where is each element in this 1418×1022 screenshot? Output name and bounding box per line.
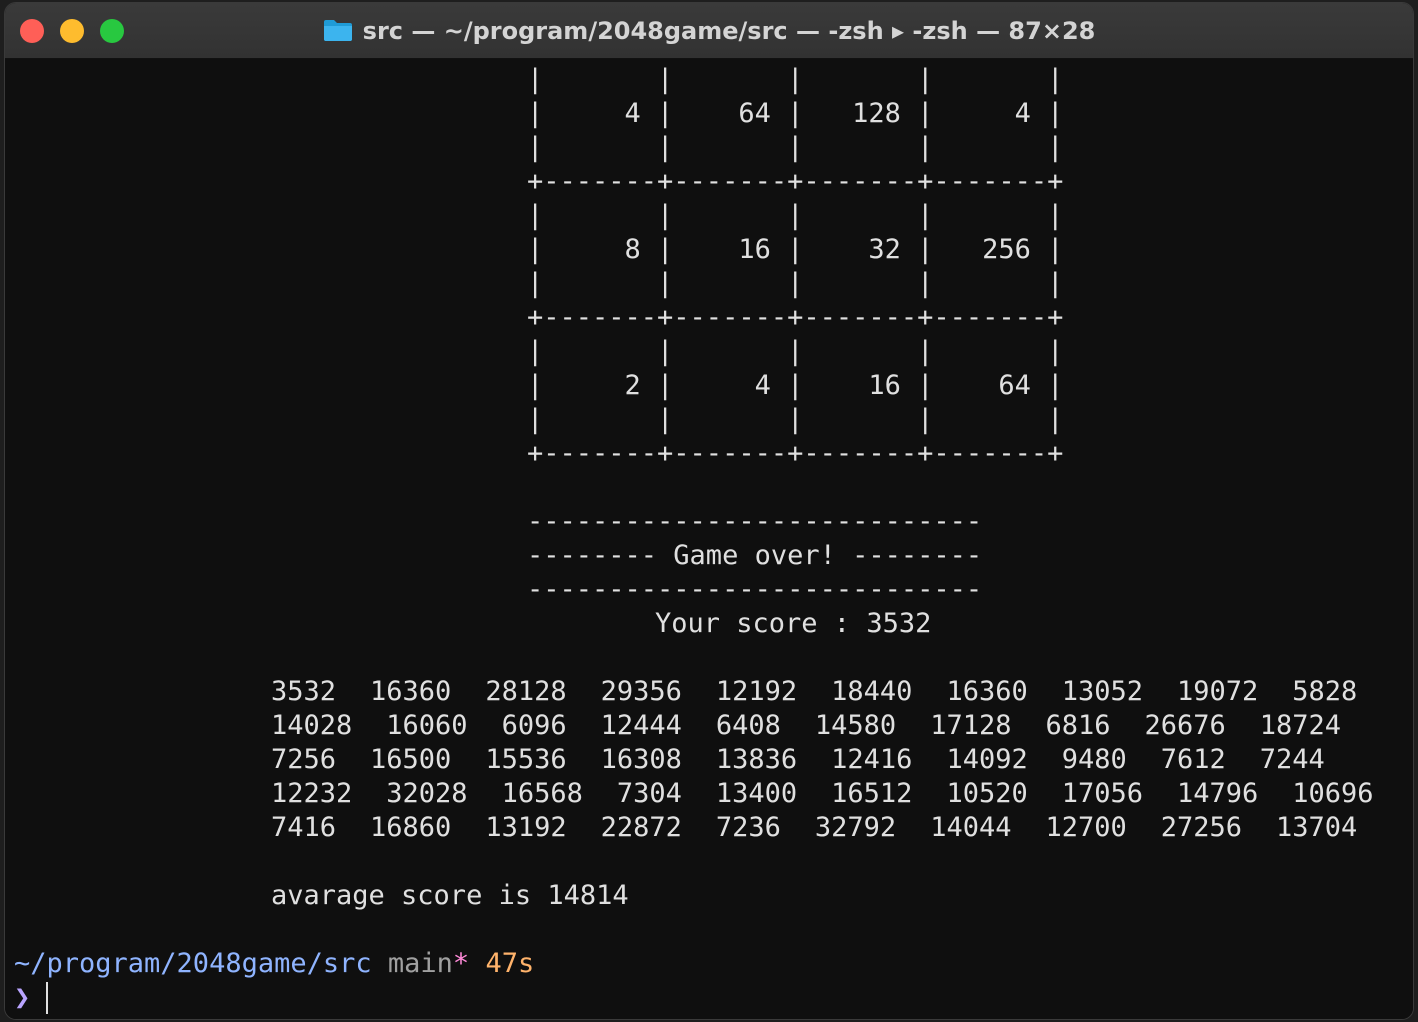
score-cell: 17056	[1061, 778, 1143, 809]
input-line[interactable]: ❯	[14, 981, 30, 1015]
score-cell: 17128	[930, 710, 1012, 741]
score-cell: 16860	[370, 812, 452, 843]
score-cell: 14092	[946, 744, 1028, 775]
score-cell: 7416	[271, 812, 337, 843]
score-row: 7416 16860 13192 22872 7236 32792 14044 12700 27…	[271, 811, 1391, 845]
score-cell: 22872	[600, 812, 682, 843]
your-score: Your score : 3532	[655, 608, 932, 639]
score-cell: 7304	[616, 778, 682, 809]
score-cell: 7236	[715, 812, 781, 843]
score-cell: 14580	[814, 710, 897, 741]
score-cell: 16512	[831, 778, 913, 809]
board-line: | | | | |	[527, 268, 1064, 299]
prompt-line: ~/program/2048game/src main* 47s	[14, 947, 534, 981]
score-cell: 27256	[1160, 812, 1243, 843]
score-cell: 3532	[271, 676, 337, 707]
score-cell: 16568	[501, 778, 583, 809]
score-cell: 19072	[1177, 676, 1259, 707]
score-row: 3532 16360 28128 29356 12192 18440 16360 13052 1…	[271, 675, 1391, 709]
prompt-path: ~/program/2048game/src	[14, 948, 372, 979]
score-cell: 29356	[600, 676, 682, 707]
board-line: | 4 | 64 | 128 | 4 |	[527, 98, 1064, 129]
score-cell: 18440	[831, 676, 913, 707]
prompt-dirty-marker: *	[452, 948, 470, 979]
board-line: | | | | |	[527, 64, 1064, 95]
score-cell: 12416	[831, 744, 913, 775]
score-row: 14028 16060 6096 12444 6408 14580 17128 6816 266…	[271, 709, 1375, 743]
prompt-duration: 47s	[485, 948, 535, 979]
score-cell: 13192	[485, 812, 567, 843]
score-cell: 7256	[271, 744, 337, 775]
board-line: | 2 | 4 | 16 | 64 |	[527, 370, 1064, 401]
board-line: +-------+-------+-------+-------+	[527, 166, 1064, 197]
score-cell: 14028	[271, 710, 353, 741]
board-line: | | | | |	[527, 132, 1064, 163]
score-cell: 16500	[370, 744, 452, 775]
terminal-window: src — ~/program/2048game/src — -zsh ▸ -z…	[4, 2, 1414, 1020]
score-cell: 6408	[715, 710, 781, 741]
score-cell: 10520	[946, 778, 1028, 809]
game-over-rule-top: ----------------------------	[527, 506, 983, 537]
title-wrap: src — ~/program/2048game/src — -zsh ▸ -z…	[5, 3, 1413, 59]
score-cell: 13704	[1276, 812, 1358, 843]
score-cell: 13400	[715, 778, 798, 809]
folder-icon	[323, 20, 352, 41]
score-cell: 12192	[715, 676, 798, 707]
score-cell: 12232	[271, 778, 353, 809]
score-cell: 9480	[1061, 744, 1127, 775]
score-cell: 14796	[1177, 778, 1259, 809]
score-cell: 7612	[1160, 744, 1226, 775]
score-cell: 12444	[600, 710, 682, 741]
title-bar[interactable]: src — ~/program/2048game/src — -zsh ▸ -z…	[5, 3, 1413, 59]
board-line: | | | | |	[527, 404, 1064, 435]
score-cell: 6096	[501, 710, 567, 741]
score-cell: 32028	[386, 778, 468, 809]
score-cell: 7244	[1259, 744, 1325, 775]
text-cursor	[46, 982, 48, 1014]
score-cell: 10696	[1292, 778, 1374, 809]
score-cell: 6816	[1045, 710, 1111, 741]
score-cell: 15536	[485, 744, 567, 775]
board-line: +-------+-------+-------+-------+	[527, 302, 1064, 333]
prompt-branch: main	[387, 948, 453, 979]
score-cell: 16308	[600, 744, 682, 775]
board-line: +-------+-------+-------+-------+	[527, 438, 1064, 469]
score-cell: 18724	[1259, 710, 1342, 741]
score-cell: 13836	[715, 744, 798, 775]
game-over-rule-bottom: ----------------------------	[527, 574, 983, 605]
score-cell: 12700	[1045, 812, 1127, 843]
score-cell: 5828	[1292, 676, 1358, 707]
score-row: 12232 32028 16568 7304 13400 16512 10520 17056 1…	[271, 777, 1408, 811]
score-cell: 16360	[370, 676, 452, 707]
score-cell: 32792	[814, 812, 897, 843]
score-cell: 14044	[930, 812, 1012, 843]
score-row: 7256 16500 15536 16308 13836 12416 14092 9480 76…	[271, 743, 1359, 777]
window-title: src — ~/program/2048game/src — -zsh ▸ -z…	[362, 17, 1096, 45]
prompt-symbol: ❯	[14, 982, 31, 1013]
score-cell: 16360	[946, 676, 1028, 707]
board-line: | | | | |	[527, 336, 1064, 367]
score-cell: 13052	[1061, 676, 1143, 707]
game-over-message: -------- Game over! --------	[527, 540, 983, 571]
score-cell: 16060	[386, 710, 468, 741]
score-cell: 26676	[1144, 710, 1226, 741]
terminal-content[interactable]: | | | | | | 4 | 64 | 128 | 4 | | | | | | +-…	[5, 59, 1413, 1019]
board-line: | 8 | 16 | 32 | 256 |	[527, 234, 1064, 265]
average-score: avarage score is 14814	[271, 880, 629, 911]
score-cell: 28128	[485, 676, 567, 707]
board-line: | | | | |	[527, 200, 1064, 231]
